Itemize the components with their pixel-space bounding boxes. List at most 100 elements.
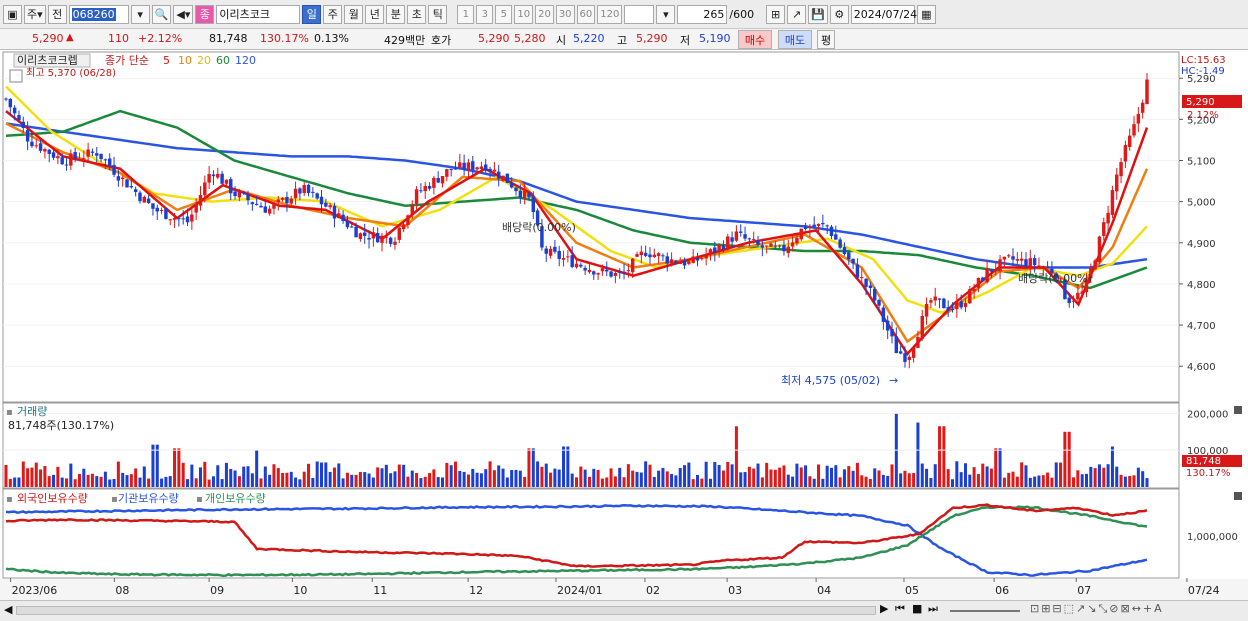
- candle-body: [669, 259, 674, 264]
- interval-10[interactable]: 10: [514, 4, 534, 24]
- zoom-slider[interactable]: [950, 610, 1020, 612]
- up-arrow-icon: ▲: [66, 32, 74, 43]
- volume-bar: [77, 473, 81, 487]
- volume-bar: [328, 471, 332, 487]
- volume-bar: [216, 465, 220, 487]
- legend-ma20: 20: [197, 54, 211, 67]
- volume-bar: [449, 465, 453, 487]
- candle-body: [872, 289, 877, 301]
- candle-body: [471, 161, 475, 170]
- volume-bar: [1041, 475, 1045, 487]
- volume-bar: [829, 467, 834, 487]
- chart-type-dropdown[interactable]: 주 ▾: [24, 4, 46, 24]
- volume-bar: [899, 473, 903, 487]
- candle-body: [116, 176, 121, 181]
- candle-body: [427, 185, 432, 189]
- period-year[interactable]: 년: [365, 4, 385, 24]
- volume-bar: [942, 426, 946, 487]
- data-count-input[interactable]: 265: [677, 4, 728, 24]
- volume-bar: [523, 476, 527, 487]
- volume-bar: [544, 463, 548, 487]
- volume-bar: [341, 478, 345, 487]
- draw-tool-icon[interactable]: ↗: [787, 4, 807, 24]
- period-minute[interactable]: 분: [386, 4, 406, 24]
- holdings-panel-close-icon[interactable]: [1234, 492, 1242, 500]
- interval-20[interactable]: 20: [535, 4, 554, 24]
- forward-icon[interactable]: ⏭: [928, 602, 938, 616]
- eval-button[interactable]: 평: [817, 30, 835, 49]
- candle-body: [691, 256, 695, 263]
- code-dropdown-icon[interactable]: ▾: [130, 4, 150, 24]
- tool-icons[interactable]: ⊡⊞⊟⬚↗↘⤡⊘⊠↔+A: [1030, 602, 1164, 616]
- interval-120[interactable]: 120: [597, 4, 623, 24]
- volume-bar: [1020, 462, 1024, 487]
- candle-body: [142, 196, 147, 203]
- volume-bar: [250, 473, 254, 487]
- candle-body: [1106, 212, 1110, 224]
- period-second[interactable]: 초: [407, 4, 427, 24]
- volume-bar: [553, 468, 557, 487]
- candle-body: [466, 162, 471, 170]
- volume-bar: [479, 473, 483, 487]
- candle-body: [1028, 258, 1033, 268]
- period-tick[interactable]: 틱: [428, 4, 448, 24]
- period-day[interactable]: 일: [302, 4, 322, 24]
- x-tick-label: 11: [373, 584, 387, 597]
- candle-body: [4, 98, 8, 100]
- stock-code-input[interactable]: 068260: [68, 4, 129, 24]
- volume-bar: [747, 466, 751, 487]
- volume-bar: [635, 471, 639, 487]
- scrollbar-track[interactable]: [16, 606, 876, 615]
- volume-bar: [968, 474, 972, 487]
- candle-body: [445, 169, 449, 177]
- prev-button[interactable]: 전: [47, 4, 67, 24]
- interval-5[interactable]: 5: [495, 4, 513, 24]
- buy-button[interactable]: 매수: [738, 30, 772, 49]
- gear-icon[interactable]: ⚙: [829, 4, 849, 24]
- candle-body: [95, 153, 99, 156]
- search-icon[interactable]: 🔍: [151, 4, 172, 24]
- interval-30[interactable]: 30: [555, 4, 575, 24]
- stop-icon[interactable]: ■: [912, 602, 922, 615]
- volume-panel-close-icon[interactable]: [1234, 406, 1242, 414]
- interval-3[interactable]: 3: [476, 4, 494, 24]
- interval-dropdown-icon[interactable]: ▾: [656, 4, 676, 24]
- stock-name-field[interactable]: 이리츠코크: [216, 4, 301, 24]
- period-month[interactable]: 월: [344, 4, 364, 24]
- chart-setting-icon[interactable]: ⊞: [766, 4, 786, 24]
- chart-area[interactable]: 4,6004,7004,8004,9005,0005,1005,2005,290…: [0, 50, 1248, 600]
- volume-bar: [605, 477, 609, 487]
- volume-bar: [955, 461, 959, 487]
- volume-bar: [69, 463, 73, 487]
- scroll-left-icon[interactable]: ◀: [4, 603, 12, 616]
- volume-bar: [760, 477, 764, 487]
- volume-bar: [821, 478, 825, 487]
- save-icon[interactable]: 💾: [808, 4, 828, 24]
- period-week[interactable]: 주: [323, 4, 343, 24]
- speaker-icon[interactable]: ◀▾: [173, 4, 194, 24]
- volume-tick-label: 200,000: [1187, 409, 1228, 420]
- interval-1[interactable]: 1: [457, 4, 475, 24]
- scroll-right-icon[interactable]: ▶: [880, 602, 888, 615]
- calendar-icon[interactable]: ▦: [916, 4, 936, 24]
- volume-bar: [39, 469, 43, 487]
- volume-bar: [674, 475, 678, 487]
- volume-tag-text: 81,748: [1186, 456, 1221, 467]
- date-input[interactable]: 2024/07/24: [850, 4, 917, 24]
- candle-body: [393, 241, 397, 245]
- candle-body: [397, 227, 402, 240]
- chart-window-icon[interactable]: ▣: [3, 4, 22, 24]
- price-change-pct: +2.12%: [138, 32, 183, 45]
- volume-bar: [389, 473, 393, 487]
- interval-60[interactable]: 60: [576, 4, 596, 24]
- volume-bar: [315, 461, 319, 487]
- volume-bar: [501, 468, 505, 487]
- candle-body: [1080, 291, 1084, 294]
- sell-button[interactable]: 매도: [778, 30, 812, 49]
- rewind-icon[interactable]: ⏮: [895, 602, 905, 616]
- interval-custom-input[interactable]: [624, 4, 655, 24]
- chart-mini-icon[interactable]: [9, 69, 23, 83]
- volume-bar: [285, 472, 289, 487]
- volume-bar: [834, 465, 838, 487]
- candle-body: [855, 264, 860, 278]
